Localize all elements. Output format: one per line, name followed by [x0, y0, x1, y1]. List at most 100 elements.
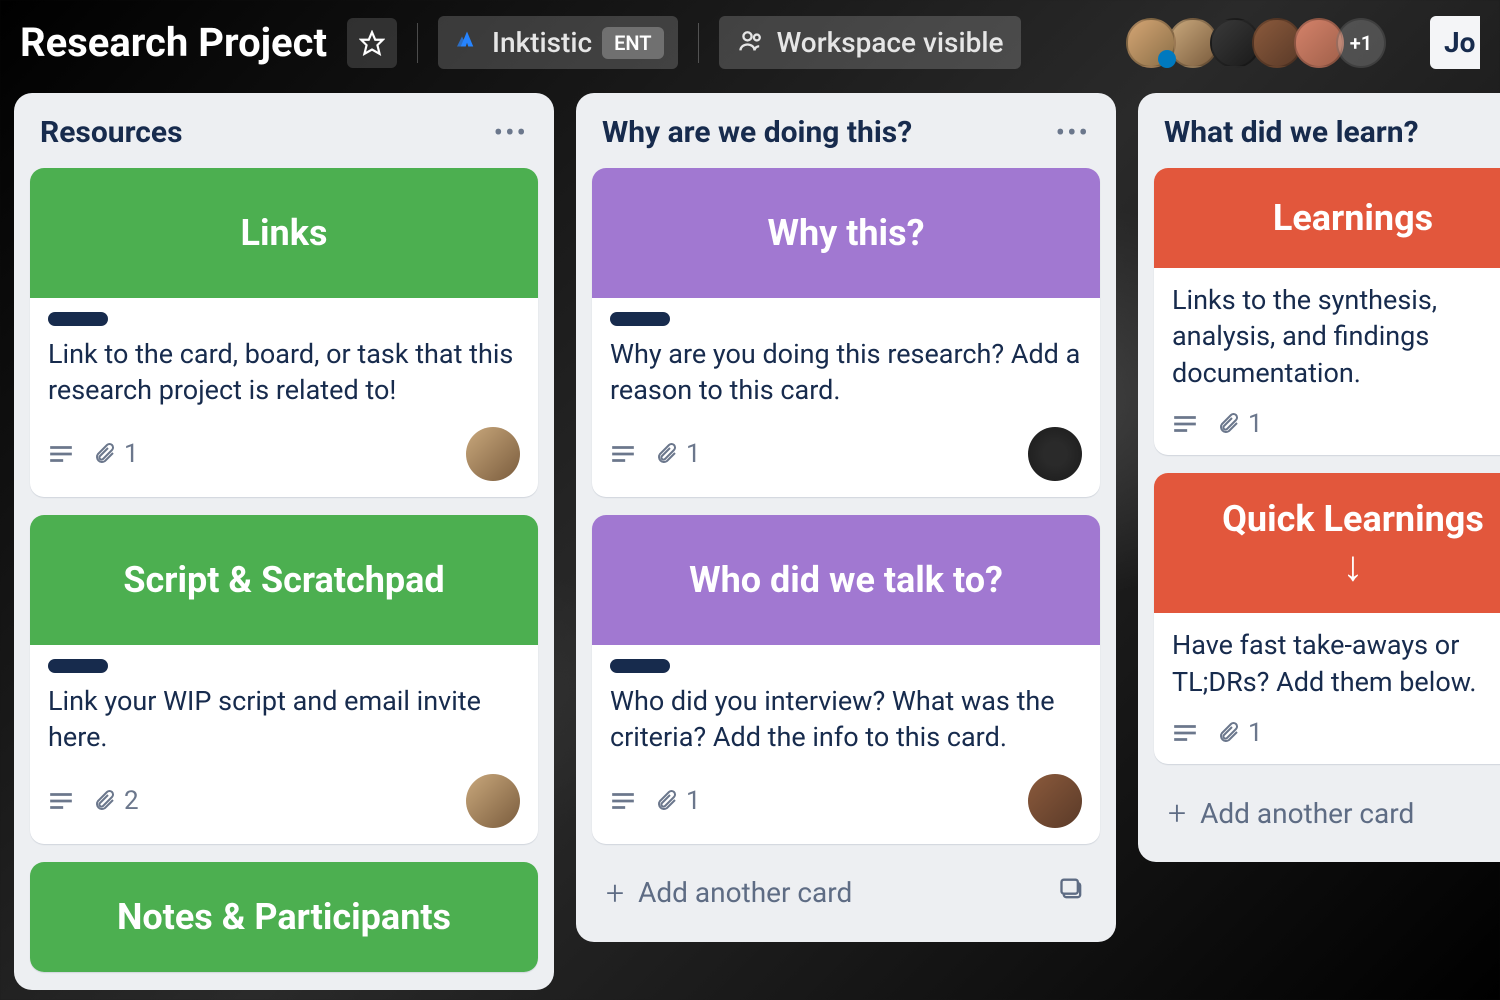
card-text: Link your WIP script and email invite he… [48, 683, 520, 756]
card[interactable]: Who did we talk to? Who did you intervie… [592, 515, 1100, 844]
add-card-button[interactable]: + Add another card [592, 862, 1100, 924]
description-icon [1172, 414, 1198, 434]
org-plan-badge: ENT [602, 27, 663, 59]
add-card-label: Add another card [1200, 797, 1414, 830]
cover-title: Notes & Participants [117, 896, 451, 938]
card-badges: 1 [1172, 409, 1500, 439]
description-icon [48, 444, 74, 464]
list-resources: Resources ••• Links Link to the card, bo… [14, 93, 554, 990]
card-body: Who did you interview? What was the crit… [592, 645, 1100, 844]
member-avatar[interactable] [1028, 774, 1082, 828]
card-text: Link to the card, board, or task that th… [48, 336, 520, 409]
attachment-count: 1 [124, 439, 139, 469]
list-title[interactable]: What did we learn? [1164, 115, 1419, 150]
header-action-truncated[interactable]: Jo [1430, 16, 1480, 69]
card-cover: Who did we talk to? [592, 515, 1100, 645]
card-cover: Script & Scratchpad [30, 515, 538, 645]
star-icon [359, 30, 385, 56]
member-avatars[interactable]: +1 [1134, 18, 1386, 68]
people-icon [737, 27, 765, 59]
visibility-button[interactable]: Workspace visible [719, 16, 1022, 69]
description-icon [1172, 723, 1198, 743]
card-badges: 1 [48, 427, 520, 481]
card[interactable]: Learnings Links to the synthesis, analys… [1154, 168, 1500, 455]
card-text: Who did you interview? What was the crit… [610, 683, 1082, 756]
cover-title: Links [241, 212, 328, 254]
member-avatar[interactable] [466, 427, 520, 481]
card[interactable]: Script & Scratchpad Link your WIP script… [30, 515, 538, 844]
visibility-label: Workspace visible [777, 26, 1004, 59]
cover-title: Learnings [1273, 197, 1433, 239]
cover-title: Why this? [767, 212, 924, 254]
list-header: Why are we doing this? ••• [592, 107, 1100, 168]
arrow-down-icon: ↓ [1343, 546, 1364, 588]
add-card-button[interactable]: + Add another card [1154, 782, 1500, 844]
card-text: Have fast take-aways or TL;DRs? Add them… [1172, 627, 1500, 700]
card-badges: 2 [48, 774, 520, 828]
list-menu-button[interactable]: ••• [494, 116, 528, 149]
member-avatar[interactable] [466, 774, 520, 828]
member-avatar[interactable] [1028, 427, 1082, 481]
card[interactable]: Links Link to the card, board, or task t… [30, 168, 538, 497]
attachment-badge: 1 [654, 439, 701, 469]
card-badges: 1 [610, 774, 1082, 828]
list-header: Resources ••• [30, 107, 538, 168]
card-cover: Quick Learnings ↓ [1154, 473, 1500, 613]
card-body: Link your WIP script and email invite he… [30, 645, 538, 844]
card-body: Have fast take-aways or TL;DRs? Add them… [1154, 613, 1500, 764]
card-cover: Why this? [592, 168, 1100, 298]
plus-icon: + [1168, 794, 1186, 832]
avatar-overflow[interactable]: +1 [1336, 18, 1386, 68]
card-body: Links to the synthesis, analysis, and fi… [1154, 268, 1500, 455]
attachment-badge: 1 [654, 786, 701, 816]
description-icon [610, 791, 636, 811]
cover-title: Quick Learnings [1222, 498, 1484, 540]
cover-title: Script & Scratchpad [123, 559, 444, 601]
card-cover: Notes & Participants [30, 862, 538, 972]
avatar[interactable] [1126, 18, 1176, 68]
template-icon[interactable] [1058, 875, 1086, 910]
list-menu-button[interactable]: ••• [1056, 116, 1090, 149]
card-cover: Links [30, 168, 538, 298]
card-label[interactable] [610, 659, 670, 673]
card-body: Link to the card, board, or task that th… [30, 298, 538, 497]
divider [417, 23, 418, 63]
card-label[interactable] [48, 659, 108, 673]
board-title[interactable]: Research Project [20, 19, 327, 66]
atlassian-icon [452, 24, 482, 61]
divider [698, 23, 699, 63]
card[interactable]: Why this? Why are you doing this researc… [592, 168, 1100, 497]
description-icon [48, 791, 74, 811]
attachment-count: 1 [686, 439, 701, 469]
card-badges: 1 [1172, 718, 1500, 748]
list-title[interactable]: Why are we doing this? [602, 115, 912, 150]
card[interactable]: Quick Learnings ↓ Have fast take-aways o… [1154, 473, 1500, 764]
card[interactable]: Notes & Participants [30, 862, 538, 972]
description-icon [610, 444, 636, 464]
cover-title: Who did we talk to? [689, 559, 1003, 601]
attachment-count: 1 [686, 786, 701, 816]
card-body: Why are you doing this research? Add a r… [592, 298, 1100, 497]
list-learn: What did we learn? Learnings Links to th… [1138, 93, 1500, 862]
attachment-count: 1 [1248, 718, 1263, 748]
attachment-count: 2 [124, 786, 139, 816]
add-card-label: Add another card [638, 876, 852, 909]
list-title[interactable]: Resources [40, 115, 183, 150]
board-header: Research Project Inktistic ENT Workspace… [0, 0, 1500, 93]
card-text: Links to the synthesis, analysis, and fi… [1172, 282, 1500, 391]
attachment-badge: 2 [92, 786, 139, 816]
attachment-badge: 1 [1216, 409, 1263, 439]
card-label[interactable] [48, 312, 108, 326]
plus-icon: + [606, 874, 624, 912]
organization-chip[interactable]: Inktistic ENT [438, 16, 678, 69]
list-why: Why are we doing this? ••• Why this? Why… [576, 93, 1116, 942]
card-badges: 1 [610, 427, 1082, 481]
organization-name: Inktistic [492, 26, 592, 59]
star-button[interactable] [347, 18, 397, 68]
board-canvas: Resources ••• Links Link to the card, bo… [0, 93, 1500, 990]
card-label[interactable] [610, 312, 670, 326]
attachment-badge: 1 [1216, 718, 1263, 748]
list-header: What did we learn? [1154, 107, 1500, 168]
card-cover: Learnings [1154, 168, 1500, 268]
card-text: Why are you doing this research? Add a r… [610, 336, 1082, 409]
